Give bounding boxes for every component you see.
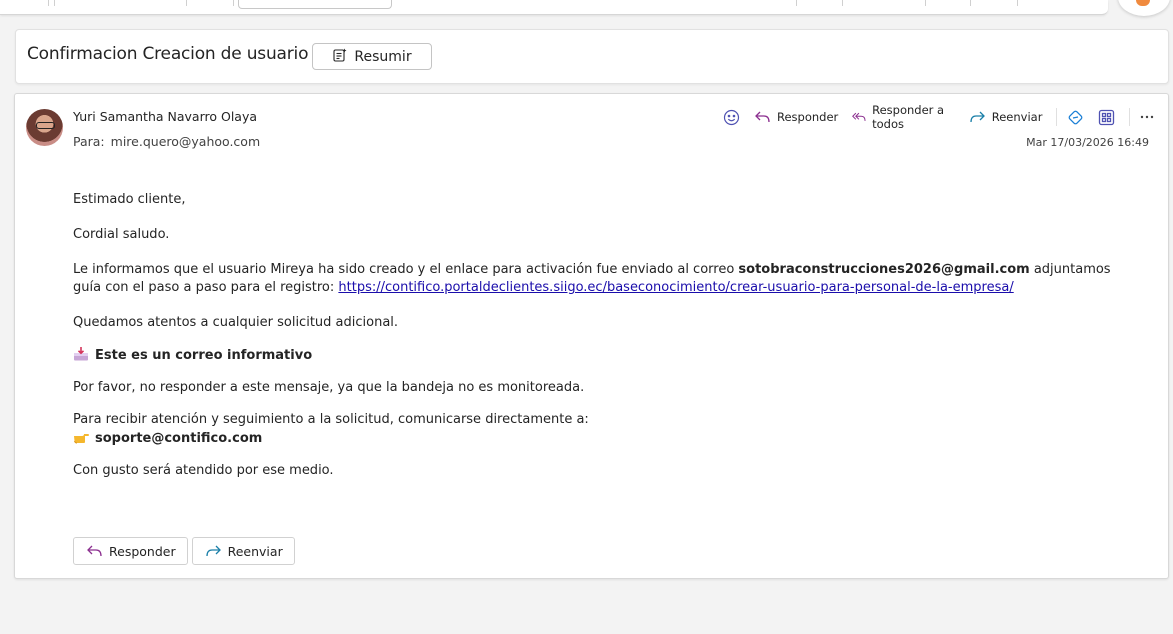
summarize-icon: [332, 47, 348, 67]
salutation: Cordial saludo.: [73, 227, 170, 242]
message-actions: Responder Responder a todos Reenviar: [723, 103, 1168, 131]
reply-button[interactable]: Responder: [754, 110, 838, 124]
toolbar-divider: [796, 0, 797, 6]
smiley-icon: [723, 109, 740, 125]
reply-all-button[interactable]: Responder a todos: [852, 103, 954, 131]
support-line: soporte@contifico.com: [73, 430, 1123, 448]
informative-heading: Este es un correo informativo: [95, 348, 313, 363]
footer-reply-label: Responder: [109, 543, 176, 559]
subject-header: Confirmacion Creacion de usuario Resumir: [15, 29, 1169, 84]
footer-forward-button[interactable]: Reenviar: [191, 537, 295, 565]
summarize-button[interactable]: Resumir: [312, 43, 432, 70]
sender-avatar[interactable]: [26, 109, 63, 146]
toolbar-divider: [925, 0, 926, 6]
info-paragraph: Le informamos que el usuario Mireya ha s…: [73, 261, 1123, 297]
contact-intro: Para recibir atención y seguimiento a la…: [73, 412, 589, 427]
to-label: Para:: [73, 134, 105, 149]
toolbar-divider: [842, 0, 843, 6]
copilot-button[interactable]: [1118, 0, 1170, 16]
support-email[interactable]: soporte@contifico.com: [95, 431, 262, 446]
emoji-reaction-button[interactable]: [723, 109, 740, 126]
attentive-line: Quedamos atentos a cualquier solicitud a…: [73, 315, 399, 330]
apps-grid-icon: [1099, 109, 1115, 125]
message-date: Mar 17/03/2026 16:49: [1026, 136, 1149, 149]
message-card: Yuri Samantha Navarro Olaya Para: mire.qu…: [14, 93, 1169, 579]
toolbar-divider: [48, 0, 49, 6]
summarize-label: Resumir: [354, 48, 412, 65]
diamond-icon: [1068, 110, 1083, 124]
info-email: sotobraconstrucciones2026@gmail.com: [738, 262, 1030, 277]
toolbar-divider: [233, 0, 234, 6]
pointing-hand-icon: [74, 434, 89, 444]
greeting: Estimado cliente,: [73, 192, 186, 207]
toolbar-divider: [1017, 0, 1018, 6]
sender-name[interactable]: Yuri Samantha Navarro Olaya: [73, 109, 257, 124]
copilot-icon: [1136, 0, 1150, 6]
actions-divider: [1129, 108, 1130, 126]
message-body: Estimado cliente, Cordial saludo. Le inf…: [73, 191, 1123, 480]
email-subject: Confirmacion Creacion de usuario: [27, 44, 309, 64]
reply-all-icon: [852, 112, 866, 121]
diamond-app-button[interactable]: [1067, 109, 1084, 126]
apps-button[interactable]: [1098, 109, 1115, 126]
recipient-line: Para: mire.quero@yahoo.com: [73, 134, 260, 149]
toolbar-divider: [970, 0, 971, 6]
more-icon: [1140, 115, 1154, 119]
toolbar-divider: [186, 0, 187, 6]
guide-link[interactable]: https://contifico.portaldeclientes.siigo…: [338, 280, 1013, 295]
footer-forward-label: Reenviar: [227, 543, 283, 559]
forward-icon: [970, 111, 985, 123]
inbox-tray-icon: [74, 347, 88, 361]
reply-all-label: Responder a todos: [872, 103, 945, 131]
toolbar-dropdown[interactable]: [238, 0, 392, 9]
top-toolbar: [0, 0, 1108, 15]
forward-button[interactable]: Reenviar: [969, 110, 1043, 124]
closing-line: Con gusto será atendido por ese medio.: [73, 463, 334, 478]
reply-icon: [87, 545, 102, 557]
footer-reply-button[interactable]: Responder: [73, 537, 188, 565]
reply-icon: [755, 111, 770, 123]
informative-heading-line: Este es un correo informativo: [73, 347, 1123, 365]
forward-icon: [205, 545, 221, 557]
recipient-address[interactable]: mire.quero@yahoo.com: [111, 134, 260, 149]
toolbar-divider: [54, 0, 55, 6]
forward-label: Reenviar: [991, 110, 1043, 124]
footer-actions: Responder Reenviar: [73, 537, 295, 565]
info-text-pre: Le informamos que el usuario Mireya ha s…: [73, 262, 739, 277]
no-reply-line: Por favor, no responder a este mensaje, …: [73, 380, 585, 395]
actions-divider: [1056, 108, 1058, 126]
more-actions-button[interactable]: [1140, 115, 1154, 119]
avatar-glasses: [36, 122, 55, 129]
reply-label: Responder: [777, 110, 839, 124]
